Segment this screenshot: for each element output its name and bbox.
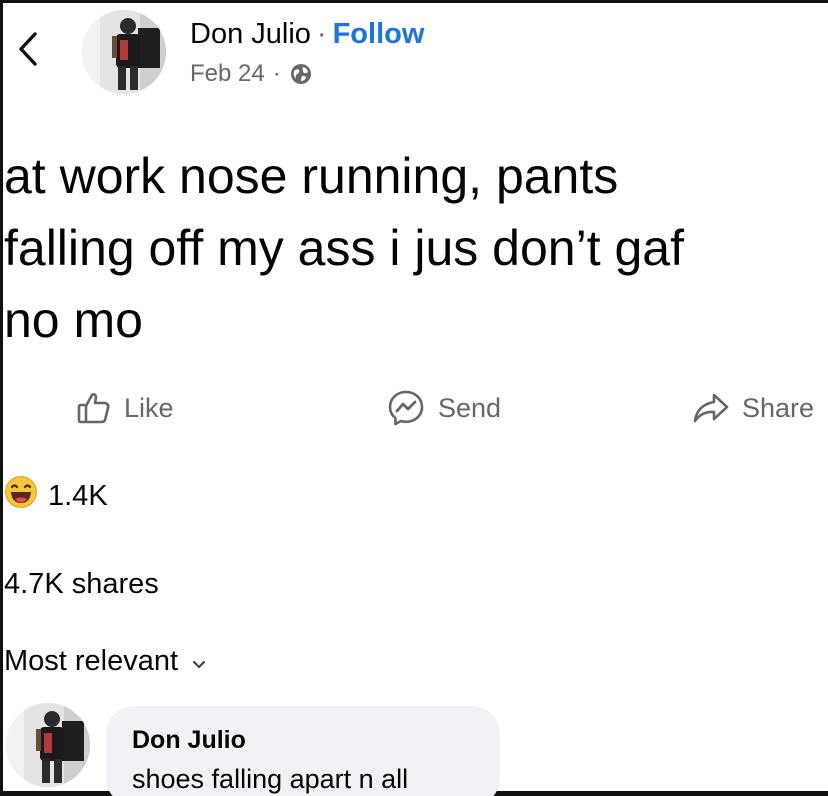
chevron-left-icon — [17, 31, 39, 72]
separator-dot: · — [316, 17, 327, 50]
thumbs-up-icon — [76, 390, 112, 426]
like-label: Like — [124, 392, 174, 423]
comment-avatar[interactable] — [6, 703, 90, 787]
post-meta: Feb 24 · — [190, 58, 313, 90]
chevron-down-icon — [192, 645, 206, 678]
comment-sort-dropdown[interactable]: Most relevant — [4, 641, 206, 681]
messenger-icon — [386, 388, 426, 428]
haha-emoji-icon — [4, 475, 38, 517]
share-label: Share — [742, 392, 815, 423]
post-date[interactable]: Feb 24 — [190, 60, 265, 88]
meta-separator-dot: · — [272, 60, 281, 87]
send-button[interactable]: Send — [386, 388, 501, 428]
left-border — [0, 0, 3, 796]
share-button[interactable]: Share — [692, 388, 814, 428]
comment-author[interactable]: Don Julio — [132, 726, 246, 755]
author-avatar[interactable] — [82, 10, 166, 94]
shares-count[interactable]: 4.7K shares — [4, 566, 159, 602]
top-border — [0, 0, 828, 3]
reactions-summary[interactable]: 1.4K — [4, 476, 108, 516]
follow-button[interactable]: Follow — [333, 18, 425, 51]
reaction-count: 1.4K — [48, 479, 108, 512]
post-page: Don Julio · Follow Feb 24 · at work nose… — [0, 0, 828, 796]
comment-bubble: Don Julio shoes falling apart n all — [106, 706, 500, 796]
send-label: Send — [438, 392, 502, 423]
post-text: at work nose running, pants falling off … — [4, 148, 684, 348]
sort-label: Most relevant — [4, 644, 179, 677]
author-name[interactable]: Don Julio — [190, 18, 311, 51]
globe-icon — [289, 62, 313, 86]
share-arrow-icon — [692, 391, 730, 425]
like-button[interactable]: Like — [76, 388, 174, 428]
comment-text: shoes falling apart n all — [132, 764, 409, 794]
author-line: Don Julio · Follow — [190, 16, 424, 52]
back-button[interactable] — [12, 30, 44, 72]
